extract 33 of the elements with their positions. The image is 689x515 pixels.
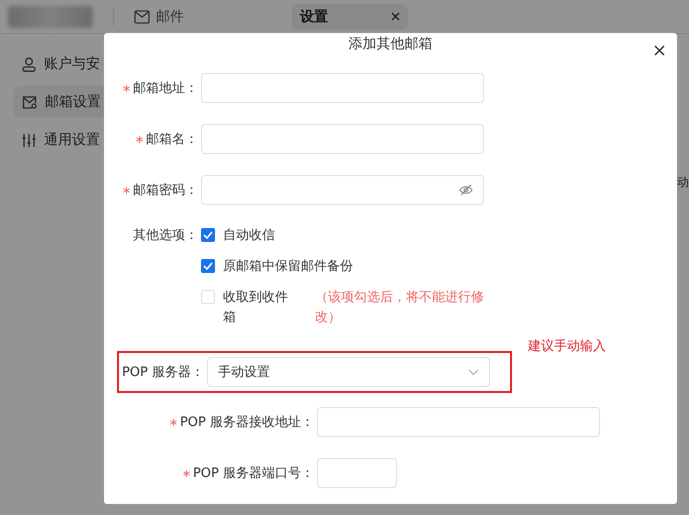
input-field[interactable] [317,458,397,488]
input-field[interactable] [201,73,484,103]
field-label: 其他选项： [133,227,198,245]
close-icon[interactable] [652,43,667,58]
checkbox-label: 收取到收件箱 [223,289,289,327]
annotation-text: 建议手动输入 [528,338,606,355]
field-label: 邮箱密码： [133,182,198,199]
close-tab-icon[interactable] [391,12,400,21]
mail-settings-icon [22,96,37,108]
eye-slash-icon[interactable] [459,184,473,196]
field-label: POP 服务器端口号： [192,465,314,482]
field-label: POP 服务器： [122,364,204,381]
dialog-title: 添加其他邮箱 [348,35,432,53]
sidebar-item[interactable]: 账户与安 [0,48,150,80]
checkbox[interactable] [201,228,215,242]
chevron-down-icon [468,368,479,376]
password-field[interactable] [201,175,484,205]
sliders-icon [22,134,36,146]
checkbox-label: 自动收信 [223,227,275,245]
user-icon [22,56,36,72]
checkbox-label: 原邮箱中保留邮件备份 [223,258,353,276]
page-text: 动 [677,174,689,191]
checkbox[interactable] [201,259,215,273]
tab[interactable]: 邮件 [126,4,192,30]
account-switcher[interactable] [8,6,93,28]
mail-icon [134,10,150,24]
input-field[interactable] [201,124,484,154]
field-label: POP 服务器接收地址： [180,414,314,431]
select-field[interactable]: 手动设置 [207,357,490,387]
input-field[interactable] [317,407,600,437]
warning-note: （该项勾选后，将不能进行修改） [315,289,485,327]
field-label: 邮箱名： [146,131,198,148]
tab[interactable]: 设置 [292,4,408,30]
